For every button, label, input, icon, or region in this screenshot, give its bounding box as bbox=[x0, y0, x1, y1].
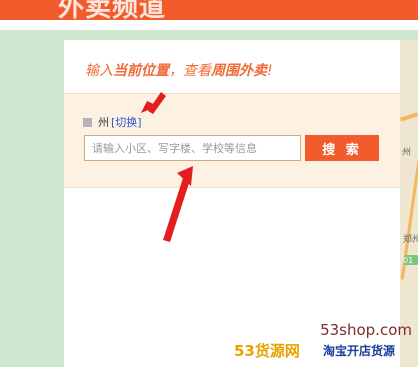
map-road bbox=[400, 112, 418, 122]
map-label: 州 bbox=[402, 148, 412, 158]
current-city: 州 bbox=[98, 116, 109, 129]
slogan-text: ，查看 bbox=[169, 63, 211, 79]
slogan-highlight: 当前位置 bbox=[113, 63, 169, 79]
search-button[interactable]: 搜 索 bbox=[305, 135, 379, 161]
watermark-brand: 53货源网 bbox=[234, 342, 300, 360]
address-search-input[interactable] bbox=[84, 135, 301, 161]
slogan-text: 输入 bbox=[85, 63, 113, 79]
map-view[interactable]: 州 郑州 01 bbox=[400, 40, 418, 367]
watermark-domain: 53shop.com bbox=[320, 321, 412, 339]
watermark-tagline: 淘宝开店货源 bbox=[323, 344, 396, 358]
location-panel: 输入当前位置，查看周围外卖! 州 [切换] 搜 索 bbox=[64, 40, 400, 367]
slogan: 输入当前位置，查看周围外卖! bbox=[85, 60, 273, 80]
watermark: 53shop.com 53货源网 淘宝开店货源 bbox=[228, 320, 418, 367]
banner-title: 外卖频道 bbox=[58, 0, 167, 20]
city-selector: 州 [切换] bbox=[83, 115, 142, 129]
map-label: 郑州 bbox=[403, 235, 418, 245]
search-area: 州 [切换] 搜 索 bbox=[64, 93, 400, 188]
slogan-text: ! bbox=[267, 63, 273, 79]
switch-city-link[interactable]: [切换] bbox=[111, 114, 142, 130]
banner-divider bbox=[0, 20, 418, 30]
square-icon bbox=[83, 117, 92, 127]
top-banner: 外卖频道 bbox=[0, 0, 418, 20]
map-label: 01 bbox=[403, 256, 414, 265]
slogan-highlight: 周围外卖 bbox=[211, 63, 267, 79]
